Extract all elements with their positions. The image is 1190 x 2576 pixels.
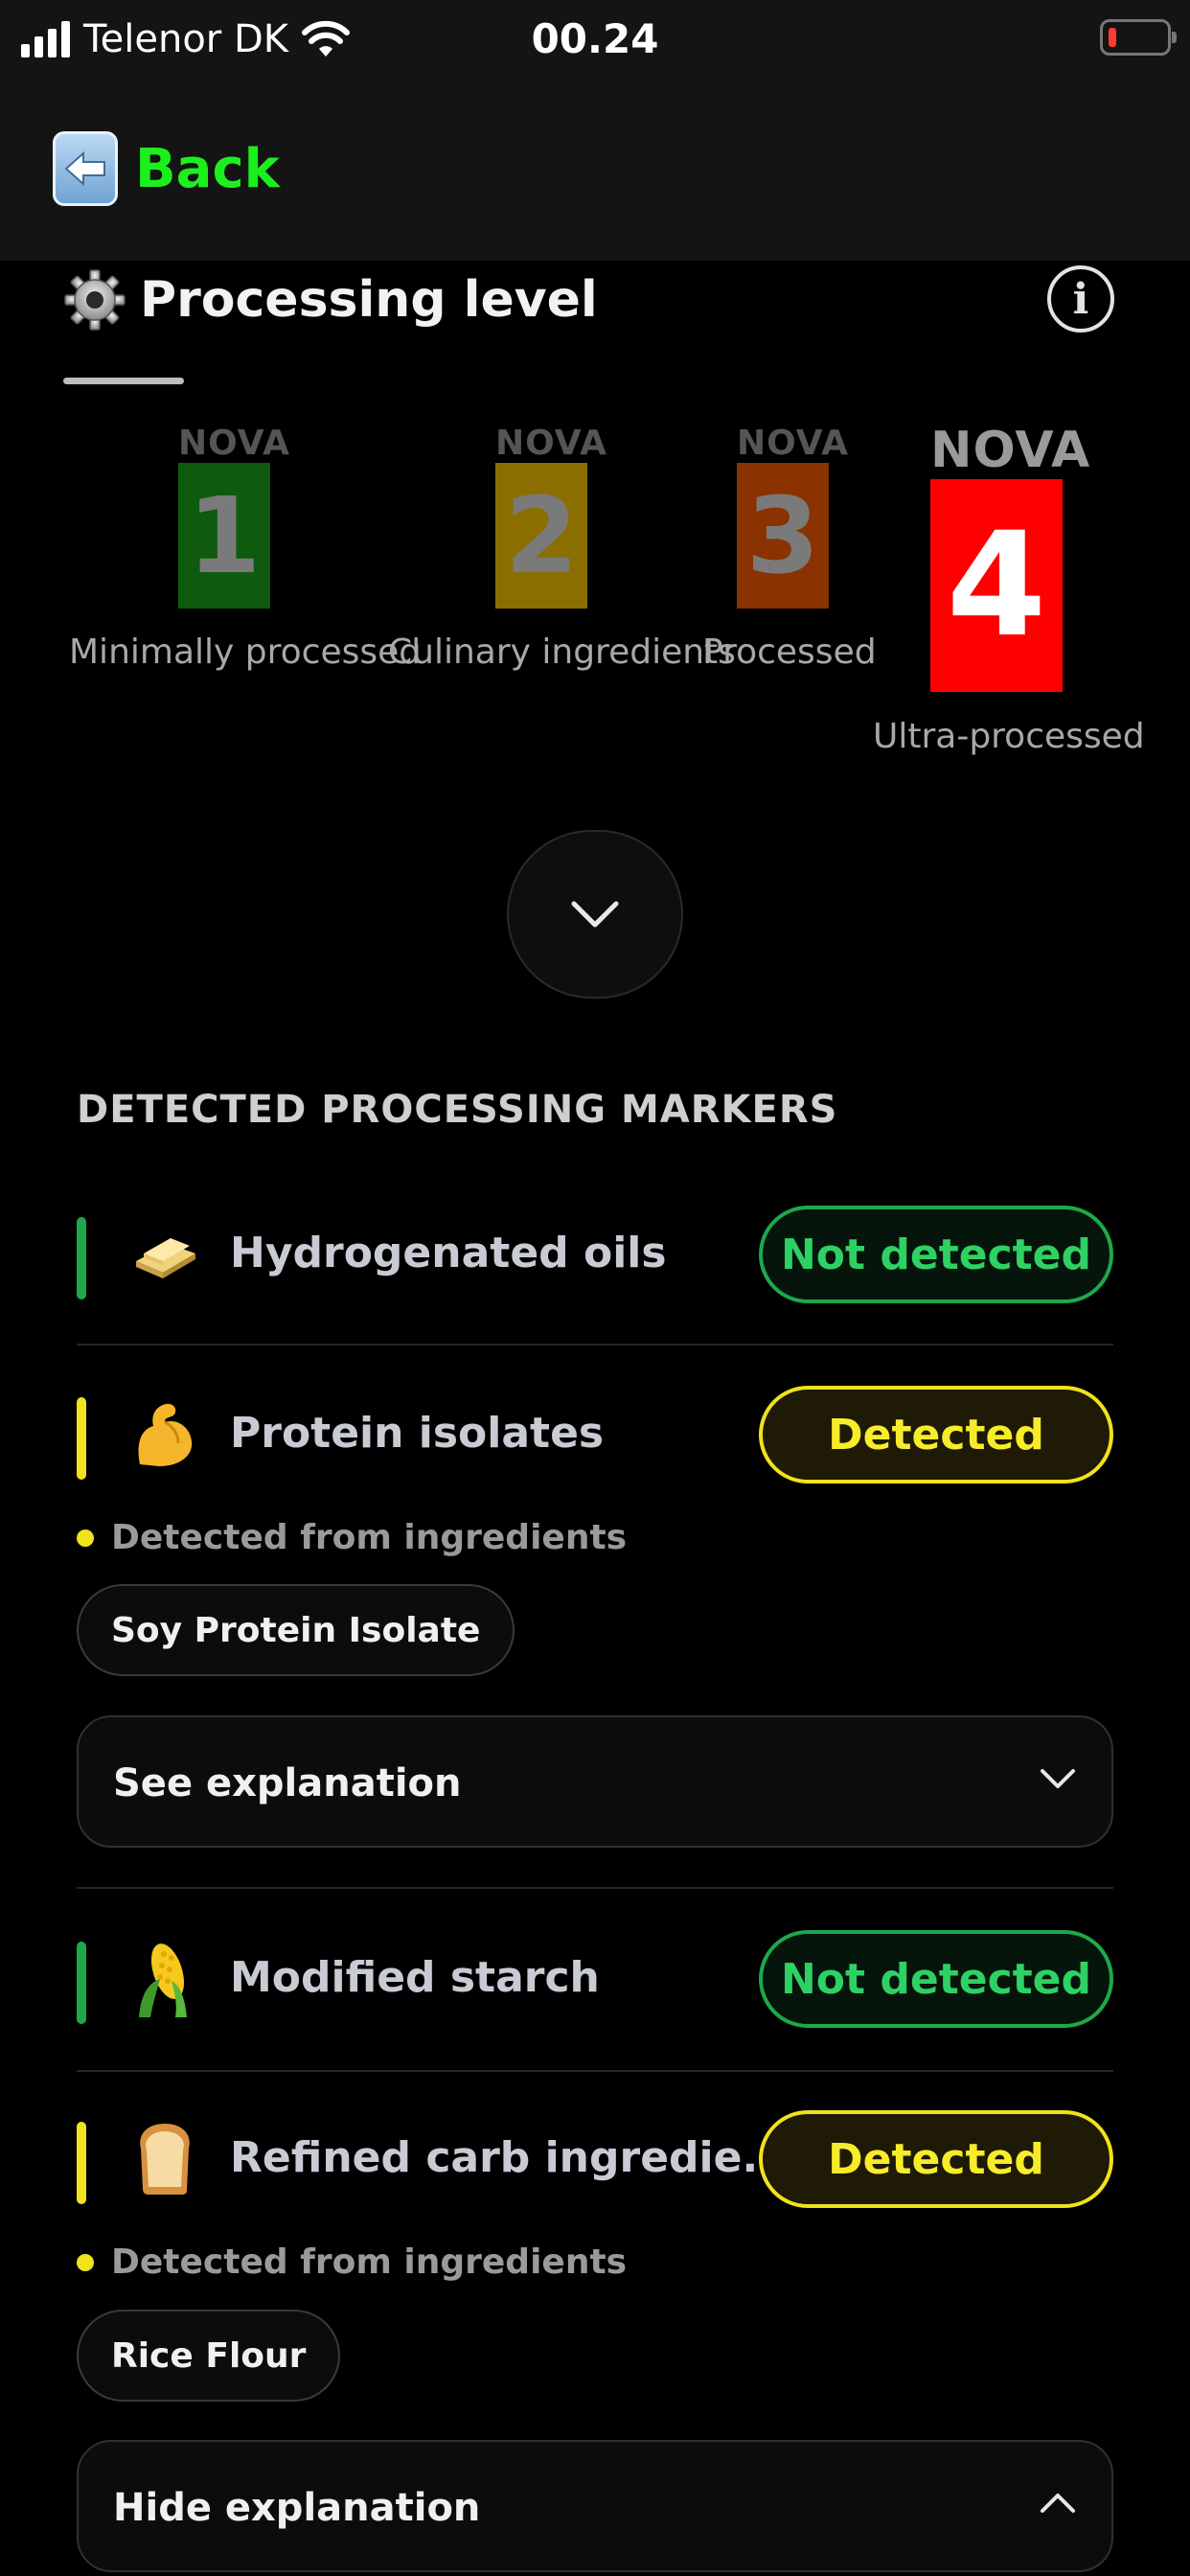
nova-2-number: 2	[495, 463, 587, 609]
yellow-dot-icon	[77, 2253, 94, 2271]
nova-2-badge: NOVA 2	[495, 424, 607, 609]
section-underline	[63, 378, 184, 384]
nova-word: NOVA	[737, 424, 850, 463]
back-arrow-icon	[53, 131, 118, 206]
nova-word: NOVA	[178, 424, 291, 463]
nova-word: NOVA	[495, 424, 608, 463]
marker-row-hydrogenated-oils: Hydrogenated oils Not detected	[77, 1206, 1113, 1303]
marker-name: Hydrogenated oils	[230, 1229, 667, 1277]
explanation-label: See explanation	[113, 1761, 462, 1806]
explanation-label: Hide explanation	[113, 2486, 481, 2530]
marker-row-refined-carb-ingredients: Refined carb ingredie... Detected	[77, 2110, 1113, 2208]
gear-icon	[64, 269, 126, 331]
nova-1-label: Minimally processed	[69, 632, 422, 672]
status-bar: Telenor DK 00.24	[0, 0, 1190, 79]
marker-name: Refined carb ingredie...	[230, 2133, 790, 2182]
detection-source-label: Detected from ingredients	[111, 2242, 628, 2282]
nova-word: NOVA	[930, 422, 1091, 479]
nova-3-badge: NOVA 3	[737, 424, 849, 609]
screen: Telenor DK 00.24 Back Processing level i…	[0, 0, 1190, 2576]
processing-level-header: Processing level	[63, 268, 598, 332]
status-badge[interactable]: Detected	[759, 1386, 1113, 1484]
chevron-down-icon	[571, 901, 619, 928]
nav-bar: Back	[0, 79, 1190, 261]
ingredient-chip[interactable]: Soy Protein Isolate	[77, 1584, 515, 1676]
nova-3-number: 3	[737, 463, 829, 609]
detection-source-label: Detected from ingredients	[111, 1518, 628, 1557]
nova-4-number: 4	[930, 479, 1063, 692]
yellow-dot-icon	[77, 1529, 94, 1547]
markers-heading: DETECTED PROCESSING MARKERS	[77, 1088, 838, 1132]
status-badge[interactable]: Not detected	[759, 1206, 1113, 1303]
expand-toggle-button[interactable]	[507, 830, 683, 999]
status-bar-indicator	[77, 1217, 86, 1300]
corn-icon	[126, 1930, 203, 2026]
back-label: Back	[135, 137, 280, 200]
nova-3-label: Processed	[702, 632, 877, 672]
marker-name: Modified starch	[230, 1953, 600, 2002]
detection-source: Detected from ingredients	[77, 2242, 627, 2282]
status-badge[interactable]: Not detected	[759, 1930, 1113, 2028]
divider	[77, 1344, 1113, 1346]
nova-1-badge: NOVA 1	[178, 424, 290, 609]
info-icon[interactable]: i	[1047, 265, 1114, 333]
divider	[77, 2070, 1113, 2072]
butter-icon	[126, 1206, 203, 1301]
marker-row-protein-isolates: Protein isolates Detected	[77, 1386, 1113, 1484]
battery-icon	[1100, 19, 1177, 56]
status-bar-indicator	[77, 2122, 86, 2204]
chevron-up-icon	[1041, 2494, 1075, 2513]
clock: 00.24	[531, 15, 659, 62]
nova-4-label: Ultra-processed	[873, 717, 1145, 756]
ingredient-chip[interactable]: Rice Flour	[77, 2310, 341, 2402]
bread-icon	[126, 2110, 203, 2206]
flexed-biceps-icon	[126, 1386, 203, 1482]
status-bar-indicator	[77, 1397, 86, 1480]
status-bar-indicator	[77, 1942, 86, 2024]
section-title: Processing level	[140, 271, 598, 329]
detection-source: Detected from ingredients	[77, 1518, 627, 1557]
hide-explanation-button[interactable]: Hide explanation	[77, 2440, 1113, 2572]
marker-row-modified-starch: Modified starch Not detected	[77, 1930, 1113, 2028]
divider	[77, 1887, 1113, 1889]
nova-2-label: Culinary ingredients	[388, 632, 736, 672]
nova-1-number: 1	[178, 463, 270, 609]
status-badge[interactable]: Detected	[759, 2110, 1113, 2208]
marker-name: Protein isolates	[230, 1409, 605, 1458]
back-button[interactable]: Back	[53, 131, 280, 206]
see-explanation-button[interactable]: See explanation	[77, 1715, 1113, 1848]
nova-4-badge: NOVA 4	[930, 422, 1090, 692]
chevron-down-icon	[1041, 1769, 1075, 1788]
